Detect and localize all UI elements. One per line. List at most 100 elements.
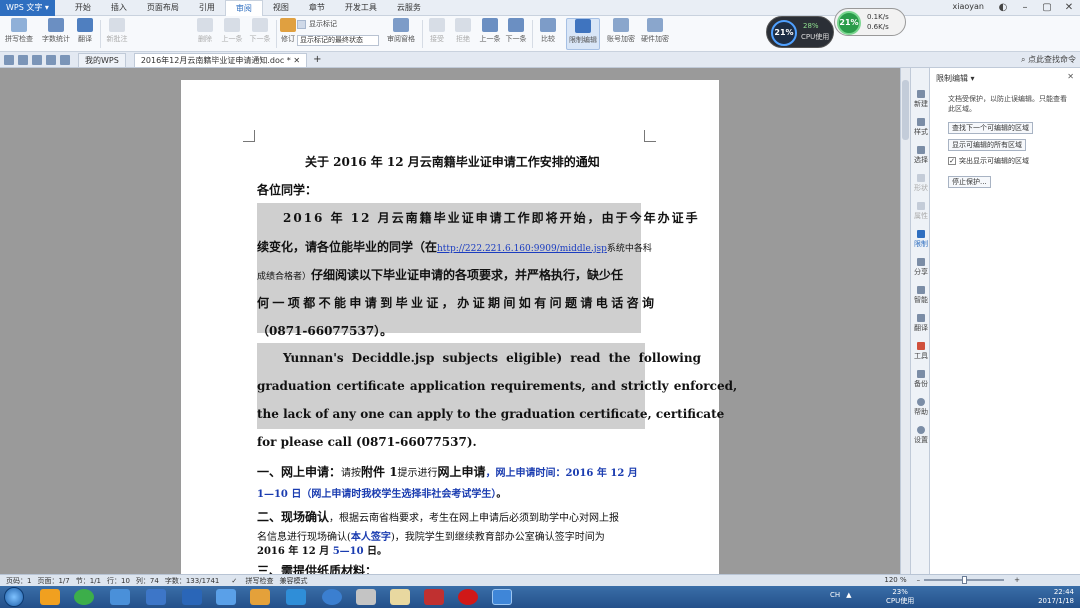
section-one-line[interactable]: 1—10 日（网上申请时我校学生选择非社会考试学生）。 — [257, 485, 506, 500]
paragraph-line[interactable]: graduation certificate application requi… — [257, 379, 737, 393]
save-icon[interactable] — [18, 54, 28, 65]
close-icon[interactable]: ✕ — [1058, 0, 1080, 16]
vt-help[interactable]: 帮助 — [911, 398, 931, 417]
tab-my-wps[interactable]: 我的WPS — [78, 52, 126, 67]
checkbox-checked-icon[interactable]: ✓ — [948, 157, 956, 165]
vt-backup[interactable]: 备份 — [911, 370, 931, 389]
tab-home[interactable]: 开始 — [65, 0, 101, 16]
prev-comment-button[interactable]: 上一条 — [220, 18, 244, 44]
vt-style[interactable]: 样式 — [911, 118, 931, 137]
taskbar-app-icon[interactable] — [424, 589, 444, 605]
review-pane-button[interactable]: 审阅窗格 — [384, 18, 418, 44]
tab-view[interactable]: 视图 — [263, 0, 299, 16]
tray-icon[interactable]: ▲ — [846, 591, 851, 599]
status-pages[interactable]: 页面：1/7 — [37, 576, 69, 586]
zoom-slider[interactable] — [924, 576, 1005, 584]
pane-title[interactable]: 限制编辑 ▾ — [936, 73, 975, 84]
taskbar-app-icon[interactable] — [74, 589, 94, 605]
greeting[interactable]: 各位同学： — [257, 181, 317, 198]
section-two-heading[interactable]: 二、现场确认，根据云南省档要求，考生在网上申请后必须到助学中心对网上报 — [257, 508, 619, 525]
restrict-editing-button[interactable]: 限制编辑 — [566, 18, 600, 50]
delete-comment-button[interactable]: 删除 — [194, 18, 216, 44]
section-two-line[interactable]: 名信息进行现场确认(本人签字)，我院学生到继续教育部办公室确认签字时间为 — [257, 528, 605, 543]
stop-protection-button[interactable]: 停止保护... — [948, 176, 991, 188]
zoom-slider-knob[interactable] — [962, 576, 968, 584]
track-changes-button[interactable]: 修订 — [280, 18, 296, 44]
section-two-line[interactable]: 2016 年 12 月 5—10 日。 — [257, 542, 387, 557]
new-tab-icon[interactable]: + — [313, 54, 321, 65]
word-count-button[interactable]: 字数统计 — [40, 18, 72, 44]
tab-section[interactable]: 章节 — [299, 0, 335, 16]
tab-insert[interactable]: 插入 — [101, 0, 137, 16]
section-one-heading[interactable]: 一、网上申请：请按附件 1提示进行网上申请，网上申请时间：2016 年 12 月 — [257, 463, 638, 480]
tray-cpu[interactable]: 23% CPU使用 — [886, 588, 914, 606]
tab-developer[interactable]: 开发工具 — [335, 0, 387, 16]
next-comment-button[interactable]: 下一条 — [248, 18, 272, 44]
paragraph-line[interactable]: 2016 年 12 月云南籍毕业证申请工作即将开始，由于今年办证手 — [283, 209, 700, 226]
new-comment-button[interactable]: 新批注 — [104, 18, 130, 44]
paragraph-line[interactable]: the lack of any one can apply to the gra… — [257, 407, 724, 421]
paragraph-line[interactable]: for please call (0871-66077537). — [257, 435, 477, 449]
taskbar-app-icon[interactable] — [286, 589, 306, 605]
spell-check-button[interactable]: 拼写检查 — [4, 18, 34, 44]
vt-translate[interactable]: 翻译 — [911, 314, 931, 333]
vt-property[interactable]: 属性 — [911, 202, 931, 221]
taskbar-app-icon[interactable] — [146, 589, 166, 605]
vt-new[interactable]: 新建 — [911, 90, 931, 109]
compare-button[interactable]: 比较 — [536, 18, 560, 44]
minimize-icon[interactable]: – — [1014, 0, 1036, 16]
hardware-encrypt-button[interactable]: 硬件加密 — [640, 18, 670, 44]
skin-icon[interactable]: ◐ — [992, 0, 1014, 16]
status-words[interactable]: 字数：133/1741 — [165, 576, 220, 586]
paragraph-line[interactable]: 续变化，请各位能毕业的同学（在http://222.221.6.160:9909… — [257, 238, 652, 255]
paragraph-line[interactable]: 成绩合格者）仔细阅读以下毕业证申请的各项要求，并严格执行，缺少任 — [257, 266, 623, 283]
status-spell-check[interactable]: ✓ 拼写检查 — [225, 576, 273, 586]
vt-tools[interactable]: 工具 — [911, 342, 931, 361]
show-markup-toggle[interactable]: 显示标记 — [297, 19, 337, 29]
taskbar-app-wps-active[interactable] — [492, 589, 512, 605]
prev-change-button[interactable]: 上一条 — [478, 18, 502, 44]
undo-icon[interactable] — [46, 54, 56, 65]
middle-link[interactable]: http://222.221.6.160:9909/middle.jsp — [437, 244, 607, 254]
tab-review[interactable]: 审阅 — [224, 0, 263, 16]
zoom-control[interactable]: 120 % – + — [878, 576, 1020, 584]
markup-state-select[interactable]: 显示标记的最终状态 — [297, 35, 379, 46]
taskbar-app-icon[interactable] — [110, 589, 130, 605]
scrollbar-thumb[interactable] — [902, 80, 909, 140]
show-all-editable-button[interactable]: 显示可编辑的所有区域 — [948, 139, 1026, 151]
taskbar-app-icon[interactable] — [250, 589, 270, 605]
section-three-heading[interactable]: 三、需提供纸质材料： — [257, 562, 377, 574]
tray-clock[interactable]: 22:44 2017/1/18 — [1038, 588, 1074, 606]
accept-button[interactable]: 接受 — [426, 18, 448, 44]
user-name[interactable]: xiaoyan — [953, 2, 984, 11]
tab-layout[interactable]: 页面布局 — [137, 0, 189, 16]
print-icon[interactable] — [32, 54, 42, 65]
zoom-in-icon[interactable]: + — [1014, 576, 1020, 584]
highlight-editable-checkbox[interactable]: ✓ 突出显示可编辑的区域 — [948, 156, 1029, 166]
account-encrypt-button[interactable]: 账号加密 — [606, 18, 636, 44]
next-change-button[interactable]: 下一条 — [504, 18, 528, 44]
network-monitor-widget[interactable]: 21% 0.1K/s 0.6K/s — [834, 8, 906, 36]
cpu-monitor-widget[interactable]: 21% 28% CPU使用 — [766, 16, 834, 48]
paragraph-line[interactable]: 何一项都不能申请到毕业证，办证期间如有问题请电话咨询 — [257, 294, 657, 311]
find-next-editable-button[interactable]: 查找下一个可编辑的区域 — [948, 122, 1033, 134]
taskbar-app-icon[interactable] — [182, 589, 202, 605]
zoom-level[interactable]: 120 % — [884, 576, 906, 584]
restore-icon[interactable]: ▢ — [1036, 0, 1058, 16]
paragraph-line[interactable]: （0871-66077537）。 — [257, 322, 392, 339]
redo-icon[interactable] — [60, 54, 70, 65]
vt-settings[interactable]: 设置 — [911, 426, 931, 445]
taskbar-app-icon[interactable] — [322, 589, 342, 605]
taskbar-app-icon[interactable] — [458, 589, 478, 605]
tab-references[interactable]: 引用 — [189, 0, 225, 16]
vt-shape[interactable]: 形状 — [911, 174, 931, 193]
pane-close-icon[interactable]: ✕ — [1067, 72, 1074, 81]
open-icon[interactable] — [4, 54, 14, 65]
paragraph-line[interactable]: Yunnan's Deciddle.jsp subjects eligible)… — [283, 351, 701, 365]
tab-cloud[interactable]: 云服务 — [387, 0, 431, 16]
app-menu-button[interactable]: WPS 文字 ▾ — [0, 0, 55, 16]
zoom-out-icon[interactable]: – — [917, 576, 921, 584]
taskbar-app-icon[interactable] — [390, 589, 410, 605]
document-canvas[interactable]: 关于 2016 年 12 月云南籍毕业证申请工作安排的通知 各位同学： 2016… — [0, 68, 910, 574]
reject-button[interactable]: 拒绝 — [452, 18, 474, 44]
